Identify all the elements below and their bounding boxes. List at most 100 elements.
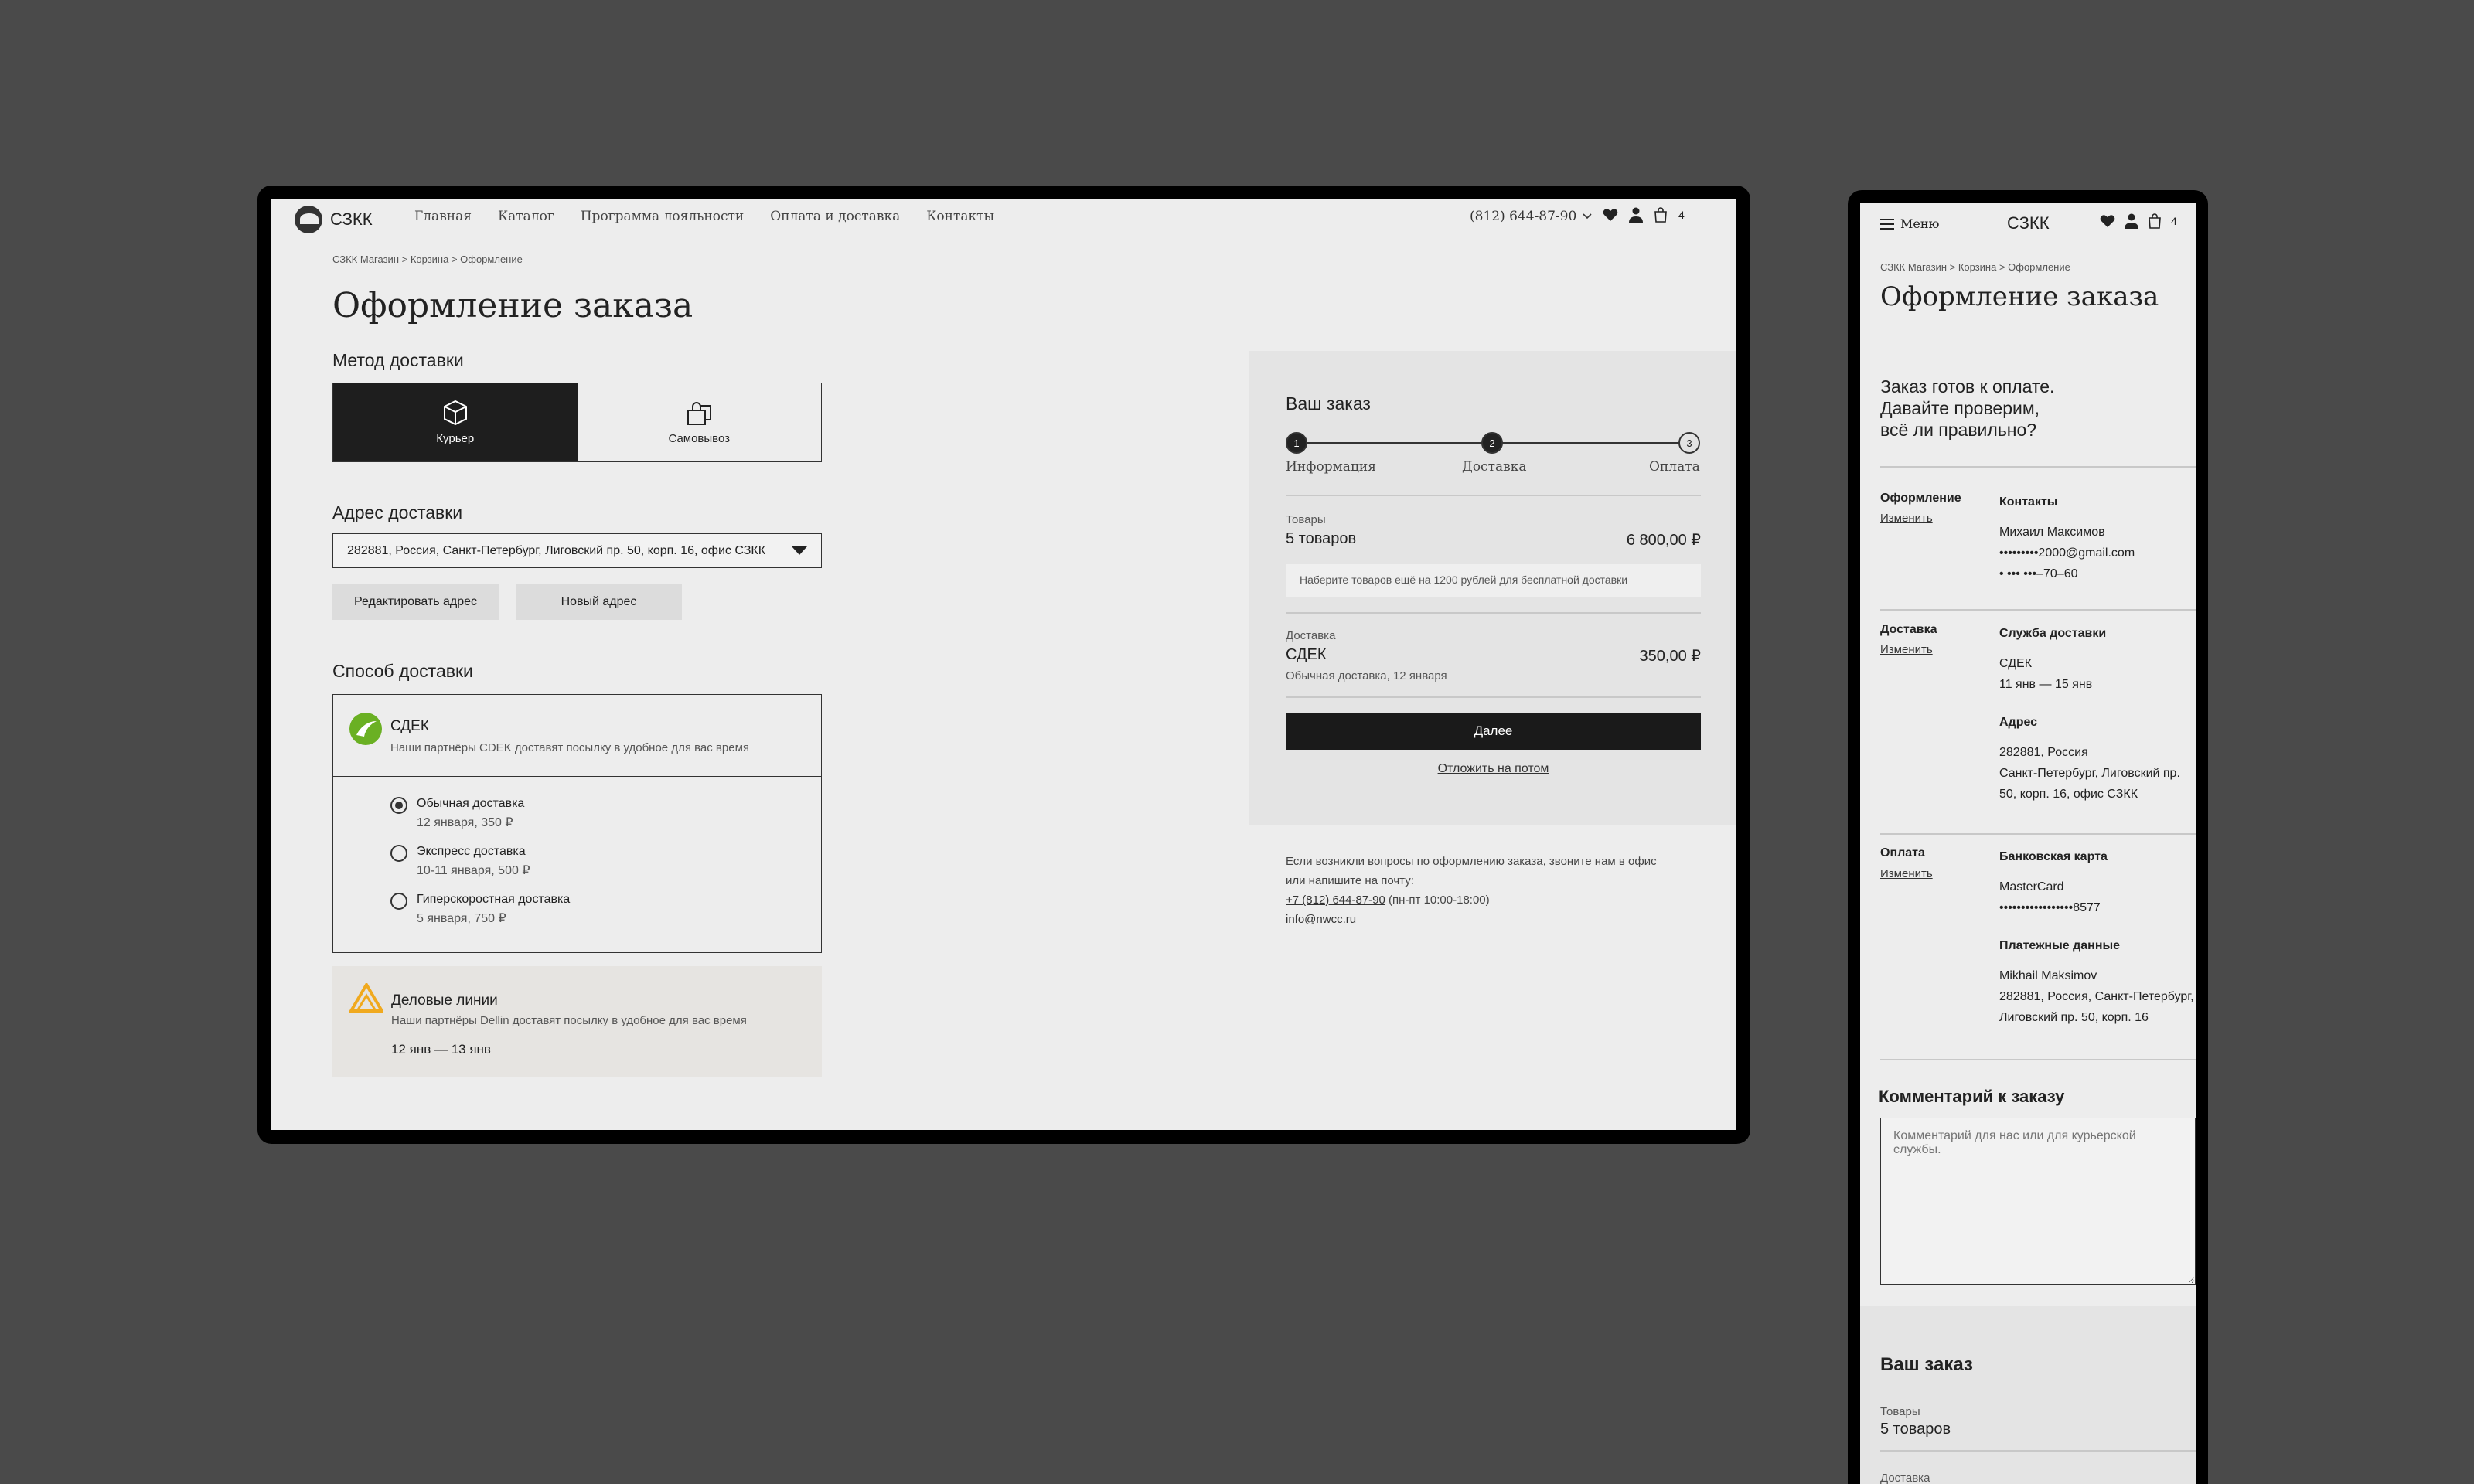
header-phone: (812) 644-87-90 [1470, 209, 1577, 224]
new-address-button[interactable]: Новый адрес [516, 584, 682, 620]
section-order-label: Оформление [1880, 492, 1961, 505]
step-3-marker: 3 [1678, 432, 1700, 454]
nav-item-payment-delivery[interactable]: Оплата и доставка [770, 209, 900, 224]
contact-name: Михаил Максимов [1999, 526, 2105, 539]
menu-label: Меню [1900, 216, 1940, 231]
section-delivery-label: Доставка [1880, 623, 1937, 636]
address-title: Адрес доставки [332, 502, 463, 522]
change-order-link[interactable]: Изменить [1880, 512, 1933, 525]
dropdown-arrow-icon [792, 546, 807, 555]
help-line-2: или напишите на почту: [1286, 874, 1414, 887]
cdek-option-express[interactable]: Экспресс доставка 10-11 января, 500 ₽ [390, 845, 530, 878]
dellin-dates: 12 янв — 13 янв [391, 1042, 491, 1057]
courier-option[interactable]: Курьер [333, 383, 578, 461]
section-order-body: Контакты Михаил Максимов •••••••••2000@g… [1999, 492, 2135, 584]
cart-count: 4 [2171, 215, 2177, 227]
change-delivery-link[interactable]: Изменить [1880, 643, 1933, 656]
cart-icon[interactable] [2148, 213, 2162, 229]
option-label: Экспресс доставка [417, 845, 526, 858]
option-detail: 5 января, 750 ₽ [417, 912, 506, 925]
cart-count: 4 [1678, 209, 1685, 221]
desktop-device-frame: СЗКК Главная Каталог Программа лояльност… [257, 186, 1750, 1144]
option-detail: 12 января, 350 ₽ [417, 816, 513, 829]
mobile-summary-title: Ваш заказ [1880, 1354, 1973, 1375]
next-button[interactable]: Далее [1286, 713, 1701, 750]
help-block: Если возникли вопросы по оформлению зака… [1286, 852, 1657, 929]
edit-address-button[interactable]: Редактировать адрес [332, 584, 499, 620]
step-2-marker: 2 [1481, 432, 1503, 454]
delivery-name: СДЕК [1286, 646, 1327, 663]
divider [1880, 609, 2196, 611]
dellin-card[interactable]: Деловые линии Наши партнёры Dellin доста… [332, 966, 822, 1077]
brand-name: СЗКК [330, 209, 373, 229]
cdek-logo-icon [349, 713, 382, 745]
box-icon [443, 400, 467, 426]
mobile-order-summary: Ваш заказ Товары 5 товаров Доставка СДЕК [1860, 1306, 2196, 1484]
nav-item-home[interactable]: Главная [414, 209, 472, 224]
breadcrumb: СЗКК Магазин > Корзина > Оформление [332, 254, 523, 265]
save-for-later-label: Отложить на потом [1437, 762, 1549, 775]
user-icon[interactable] [2125, 213, 2138, 229]
contact-phone: • ••• •••–70–60 [1999, 567, 2078, 580]
shipping-title: Способ доставки [332, 661, 473, 681]
help-line-1: Если возникли вопросы по оформлению зака… [1286, 855, 1657, 868]
divider [1286, 612, 1701, 614]
free-shipping-note: Наберите товаров ещё на 1200 рублей для … [1286, 564, 1701, 597]
radio-selected[interactable] [390, 797, 407, 814]
help-email-link[interactable]: info@nwcc.ru [1286, 910, 1657, 929]
option-label: Обычная доставка [417, 797, 525, 810]
delivery-method-toggle: Курьер Самовывоз [332, 383, 822, 462]
mobile-brand[interactable]: СЗКК [2007, 213, 2050, 233]
pickup-option[interactable]: Самовывоз [578, 383, 822, 461]
ready-line-1: Заказ готов к оплате. [1880, 376, 2055, 397]
cart-icon[interactable] [1654, 207, 1668, 223]
heart-icon[interactable] [1603, 208, 1618, 222]
delivery-method-title: Метод доставки [332, 350, 464, 370]
cdek-option-hyper[interactable]: Гиперскоростная доставка 5 января, 750 ₽ [390, 893, 570, 926]
option-detail: 10-11 января, 500 ₽ [417, 864, 530, 877]
delivery-label: Доставка [1286, 629, 1336, 642]
cdek-name: СДЕК [390, 718, 429, 734]
delivery-price: 350,00 ₽ [1639, 648, 1701, 665]
logo-icon [295, 206, 322, 233]
change-payment-link[interactable]: Изменить [1880, 867, 1933, 880]
nav-item-contacts[interactable]: Контакты [926, 209, 994, 224]
mobile-delivery-label: Доставка [1880, 1472, 1930, 1484]
mobile-screen: Меню СЗКК 4 СЗКК Магазин > Корзина > Офо… [1860, 203, 2196, 1484]
address-select[interactable]: 282881, Россия, Санкт-Петербург, Лиговск… [332, 533, 822, 568]
menu-button[interactable]: Меню [1880, 216, 1939, 231]
ready-line-2: Давайте проверим, [1880, 398, 2040, 418]
delivery-detail: Обычная доставка, 12 января [1286, 669, 1447, 682]
nav-item-loyalty[interactable]: Программа лояльности [581, 209, 745, 224]
dellin-description: Наши партнёры Dellin доставят посылку в … [391, 1014, 747, 1027]
card-number: •••••••••••••••••8577 [1999, 901, 2101, 914]
heart-icon[interactable] [2100, 214, 2115, 228]
nav-item-catalog[interactable]: Каталог [498, 209, 554, 224]
dellin-logo-icon [349, 983, 383, 1013]
help-phone-link[interactable]: +7 (812) 644-87-90 [1286, 893, 1385, 907]
divider [1286, 696, 1701, 698]
divider [1880, 1059, 2196, 1060]
phone-dropdown[interactable]: (812) 644-87-90 [1470, 209, 1592, 224]
logo[interactable]: СЗКК [295, 206, 373, 233]
cdek-option-standard[interactable]: Обычная доставка 12 января, 350 ₽ [390, 797, 524, 830]
radio[interactable] [390, 893, 407, 910]
radio[interactable] [390, 845, 407, 862]
page-title: Оформление заказа [332, 286, 693, 325]
main-nav: Главная Каталог Программа лояльности Опл… [414, 209, 994, 224]
contacts-title: Контакты [1999, 495, 2058, 509]
address-line: 282881, Россия [1999, 746, 2088, 759]
shopping-bags-icon [687, 402, 712, 425]
cdek-header[interactable]: СДЕК Наши партнёры CDEK доставят посылку… [333, 695, 821, 777]
save-for-later-link[interactable]: Отложить на потом [1286, 762, 1701, 776]
user-icon[interactable] [1629, 207, 1643, 223]
comment-textarea[interactable] [1880, 1118, 2196, 1285]
section-payment-label: Оплата [1880, 846, 1925, 859]
option-label: Гиперскоростная доставка [417, 893, 571, 906]
help-hours: (пн-пт 10:00-18:00) [1389, 893, 1490, 907]
hamburger-icon [1880, 218, 1894, 230]
mobile-header-actions: 4 [2100, 213, 2177, 229]
payer-line: 282881, Россия, Санкт-Петербург, [1999, 990, 2194, 1003]
dellin-name: Деловые линии [391, 992, 498, 1009]
payment-details-title: Платежные данные [1999, 939, 2121, 952]
